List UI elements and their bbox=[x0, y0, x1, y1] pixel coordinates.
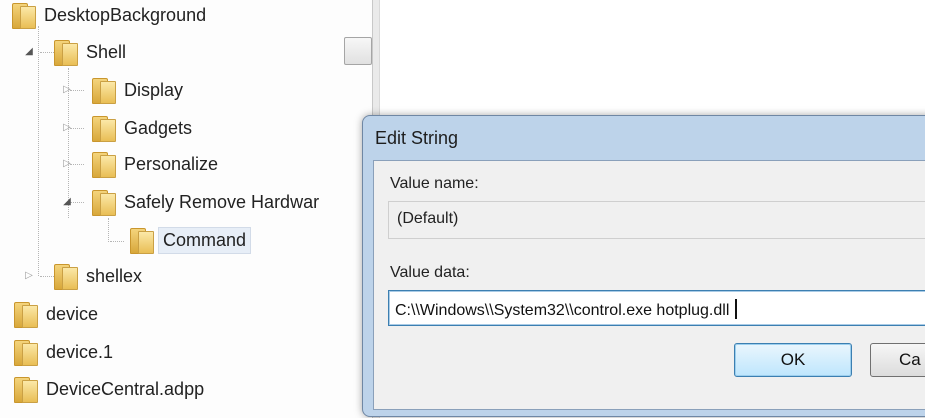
tree-connector bbox=[108, 218, 109, 242]
dialog-body: Value name: (Default) Value data: C:\\Wi… bbox=[373, 160, 925, 410]
tree-item-label: Command bbox=[158, 226, 252, 254]
tree-item-display[interactable]: Display bbox=[92, 73, 183, 107]
value-name-text: (Default) bbox=[397, 210, 459, 227]
expander-collapsed-icon[interactable]: ▷ bbox=[24, 271, 34, 281]
value-name-label: Value name: bbox=[390, 175, 479, 192]
tree-connector bbox=[70, 128, 84, 129]
tree-connector bbox=[70, 202, 84, 203]
folder-icon bbox=[54, 40, 78, 66]
folder-icon bbox=[92, 190, 116, 216]
folder-icon bbox=[92, 78, 116, 104]
folder-icon bbox=[130, 228, 154, 254]
tree-item-label: Display bbox=[124, 79, 184, 100]
folder-icon bbox=[14, 340, 38, 366]
tree-connector bbox=[38, 26, 39, 276]
folder-icon bbox=[12, 3, 36, 29]
value-data-label: Value data: bbox=[390, 264, 470, 281]
cancel-button[interactable]: Ca bbox=[870, 343, 925, 377]
tree-item-safely-remove-hardware[interactable]: Safely Remove Hardwar bbox=[92, 185, 319, 219]
tree-item-command[interactable]: Command bbox=[130, 223, 252, 257]
registry-tree[interactable]: DesktopBackground ◢ Shell ▷ Display ▷ Ga… bbox=[0, 0, 372, 418]
tree-connector bbox=[40, 52, 54, 53]
dialog-title: Edit String bbox=[375, 128, 459, 148]
tree-item-device-1[interactable]: device.1 bbox=[14, 335, 113, 369]
tree-item-desktopbackground[interactable]: DesktopBackground bbox=[12, 0, 206, 32]
folder-icon bbox=[92, 116, 116, 142]
tree-item-label: shellex bbox=[86, 265, 143, 286]
tree-item-label: DeviceCentral.adpp bbox=[46, 378, 205, 399]
tree-item-device[interactable]: device bbox=[14, 297, 98, 331]
tree-item-gadgets[interactable]: Gadgets bbox=[92, 111, 192, 145]
tree-connector bbox=[40, 276, 54, 277]
tree-connector bbox=[70, 90, 84, 91]
tree-item-shellex[interactable]: shellex bbox=[54, 259, 142, 293]
tree-connector bbox=[110, 241, 124, 242]
scrollbar-thumb[interactable] bbox=[344, 37, 372, 65]
folder-icon bbox=[14, 302, 38, 328]
value-data-text: C:\\Windows\\System32\\control.exe hotpl… bbox=[395, 302, 730, 319]
edit-string-dialog: Edit String Value name: (Default) Value … bbox=[362, 115, 925, 417]
tree-item-personalize[interactable]: Personalize bbox=[92, 147, 218, 181]
tree-connector bbox=[70, 164, 84, 165]
expander-collapsed-icon[interactable]: ▷ bbox=[62, 85, 72, 95]
expander-expanded-icon[interactable]: ◢ bbox=[62, 197, 72, 207]
text-caret bbox=[735, 299, 738, 319]
expander-collapsed-icon[interactable]: ▷ bbox=[62, 123, 72, 133]
ok-button[interactable]: OK bbox=[734, 343, 852, 377]
folder-icon bbox=[54, 264, 78, 290]
folder-icon bbox=[92, 152, 116, 178]
tree-item-devicecentral-adpp[interactable]: DeviceCentral.adpp bbox=[14, 372, 204, 406]
tree-item-label: device.1 bbox=[46, 341, 114, 362]
expander-expanded-icon[interactable]: ◢ bbox=[24, 47, 34, 57]
tree-item-label: Personalize bbox=[124, 153, 219, 174]
value-data-input[interactable]: C:\\Windows\\System32\\control.exe hotpl… bbox=[388, 290, 925, 326]
tree-item-shell[interactable]: Shell bbox=[54, 35, 126, 69]
tree-item-label: Shell bbox=[86, 41, 127, 62]
tree-item-label: DesktopBackground bbox=[44, 4, 207, 25]
tree-item-label: device bbox=[46, 303, 99, 324]
value-name-field: (Default) bbox=[388, 201, 925, 239]
tree-item-label: Safely Remove Hardwar bbox=[124, 191, 320, 212]
expander-collapsed-icon[interactable]: ▷ bbox=[62, 159, 72, 169]
folder-icon bbox=[14, 377, 38, 403]
tree-item-label: Gadgets bbox=[124, 117, 193, 138]
